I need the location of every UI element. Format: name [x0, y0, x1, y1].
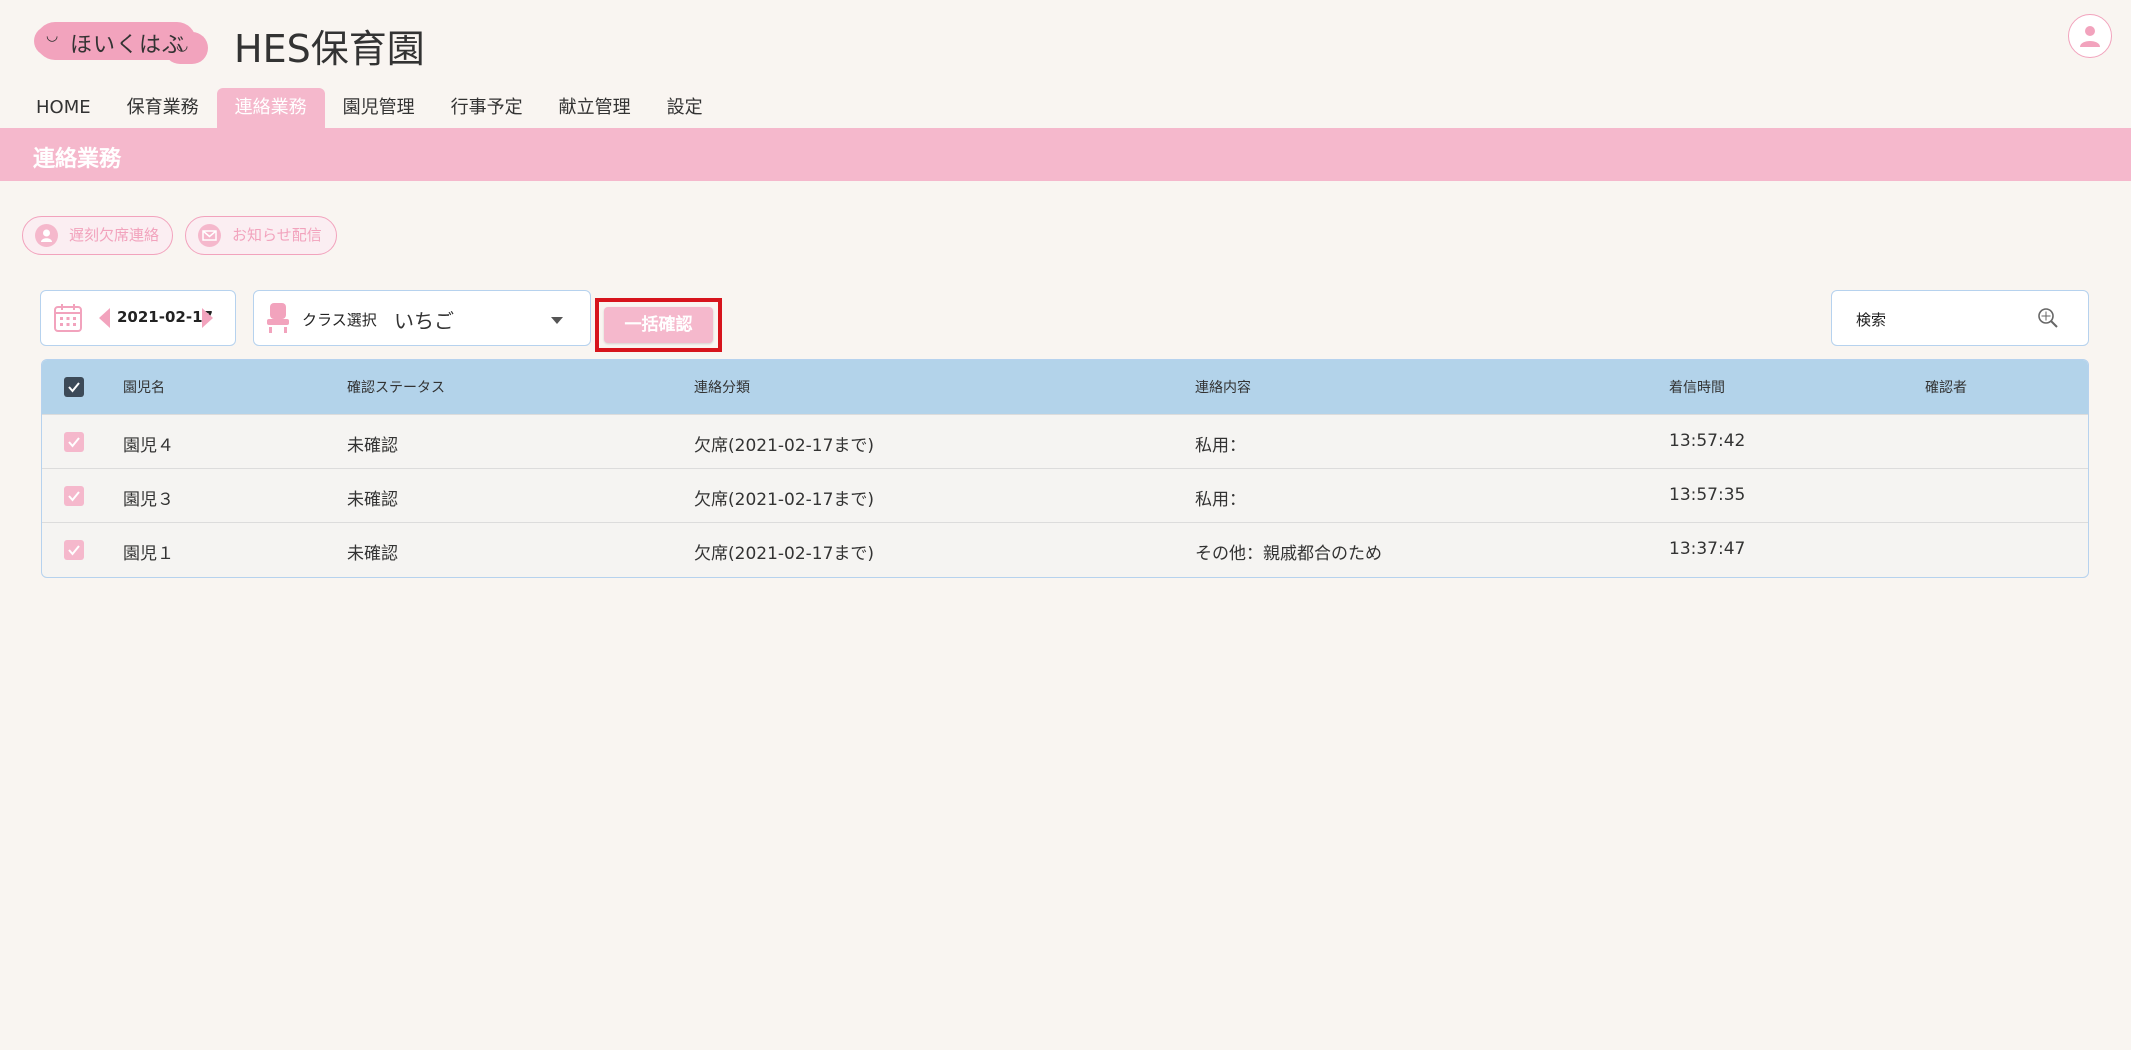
- nav-item-events[interactable]: 行事予定: [433, 88, 541, 128]
- nav-item-menu[interactable]: 献立管理: [541, 88, 649, 128]
- cell-category: 欠席(2021-02-17まで): [694, 544, 875, 564]
- search-input[interactable]: 検索: [1831, 290, 2089, 346]
- cell-status: 未確認: [347, 544, 398, 564]
- user-account-icon[interactable]: [2068, 14, 2112, 58]
- date-selector: 2021-02-17: [40, 290, 236, 346]
- next-date-arrow-icon[interactable]: [202, 308, 213, 328]
- absence-contact-button[interactable]: 遅刻欠席連絡: [22, 216, 173, 255]
- cell-category: 欠席(2021-02-17まで): [694, 490, 875, 510]
- calendar-icon[interactable]: [53, 303, 83, 337]
- cell-name: 園児１: [123, 544, 174, 564]
- nav-item-children[interactable]: 園児管理: [325, 88, 433, 128]
- notice-delivery-label: お知らせ配信: [232, 226, 322, 244]
- previous-date-arrow-icon[interactable]: [99, 308, 110, 328]
- main-nav: HOME 保育業務 連絡業務 園児管理 行事予定 献立管理 設定: [18, 88, 721, 128]
- nav-item-childcare[interactable]: 保育業務: [109, 88, 217, 128]
- col-header-confirmer[interactable]: 確認者: [1925, 377, 1967, 397]
- class-select-value: いちご: [394, 309, 454, 333]
- cell-name: 園児４: [123, 436, 174, 456]
- bulk-confirm-button[interactable]: 一括確認: [604, 307, 713, 343]
- cell-time: 13:57:35: [1669, 485, 1746, 505]
- col-header-name[interactable]: 園児名: [123, 377, 165, 397]
- cell-time: 13:37:47: [1669, 539, 1746, 559]
- logo: ◡ ◡ ほいくはぶ: [34, 22, 208, 64]
- bulk-confirm-highlight: 一括確認: [595, 298, 722, 352]
- select-all-checkbox[interactable]: [64, 377, 84, 397]
- chevron-down-icon: [551, 317, 563, 324]
- cell-status: 未確認: [347, 436, 398, 456]
- logo-text: ほいくはぶ: [70, 33, 186, 58]
- cell-content: 私用：: [1195, 436, 1246, 456]
- search-icon[interactable]: [2037, 307, 2059, 333]
- contact-table: 園児名 確認ステータス 連絡分類 連絡内容 着信時間 確認者 園児４ 未確認 欠…: [41, 359, 2089, 578]
- row-checkbox[interactable]: [64, 486, 84, 506]
- col-header-time[interactable]: 着信時間: [1669, 377, 1725, 397]
- row-checkbox[interactable]: [64, 540, 84, 560]
- notice-delivery-button[interactable]: お知らせ配信: [185, 216, 337, 255]
- cell-content: 私用：: [1195, 490, 1246, 510]
- class-select[interactable]: クラス選択 いちご: [253, 290, 591, 346]
- page-title: 連絡業務: [33, 147, 122, 172]
- mail-icon: [198, 224, 221, 247]
- table-row[interactable]: 園児４ 未確認 欠席(2021-02-17まで) 私用： 13:57:42: [42, 414, 2088, 468]
- nav-item-settings[interactable]: 設定: [649, 88, 721, 128]
- col-header-content[interactable]: 連絡内容: [1195, 377, 1251, 397]
- row-checkbox[interactable]: [64, 432, 84, 452]
- col-header-status[interactable]: 確認ステータス: [347, 377, 445, 397]
- nav-item-home[interactable]: HOME: [18, 88, 109, 128]
- search-placeholder: 検索: [1856, 311, 1887, 329]
- date-value: 2021-02-17: [117, 308, 213, 326]
- table-row[interactable]: 園児１ 未確認 欠席(2021-02-17まで) その他：親戚都合のため 13:…: [42, 522, 2088, 576]
- cell-status: 未確認: [347, 490, 398, 510]
- cell-time: 13:57:42: [1669, 431, 1746, 451]
- cell-category: 欠席(2021-02-17まで): [694, 436, 875, 456]
- cell-content: その他：親戚都合のため: [1195, 544, 1382, 564]
- nav-item-contact[interactable]: 連絡業務: [216, 88, 325, 128]
- class-icon: [266, 301, 290, 339]
- class-select-label: クラス選択: [302, 311, 377, 329]
- page-header-band: 連絡業務: [0, 128, 2131, 181]
- col-header-category[interactable]: 連絡分類: [694, 377, 750, 397]
- cell-name: 園児３: [123, 490, 174, 510]
- table-header: 園児名 確認ステータス 連絡分類 連絡内容 着信時間 確認者: [42, 360, 2088, 414]
- site-title: HES保育園: [234, 27, 425, 71]
- table-row[interactable]: 園児３ 未確認 欠席(2021-02-17まで) 私用： 13:57:35: [42, 468, 2088, 522]
- person-icon: [35, 224, 58, 247]
- absence-contact-label: 遅刻欠席連絡: [69, 226, 160, 244]
